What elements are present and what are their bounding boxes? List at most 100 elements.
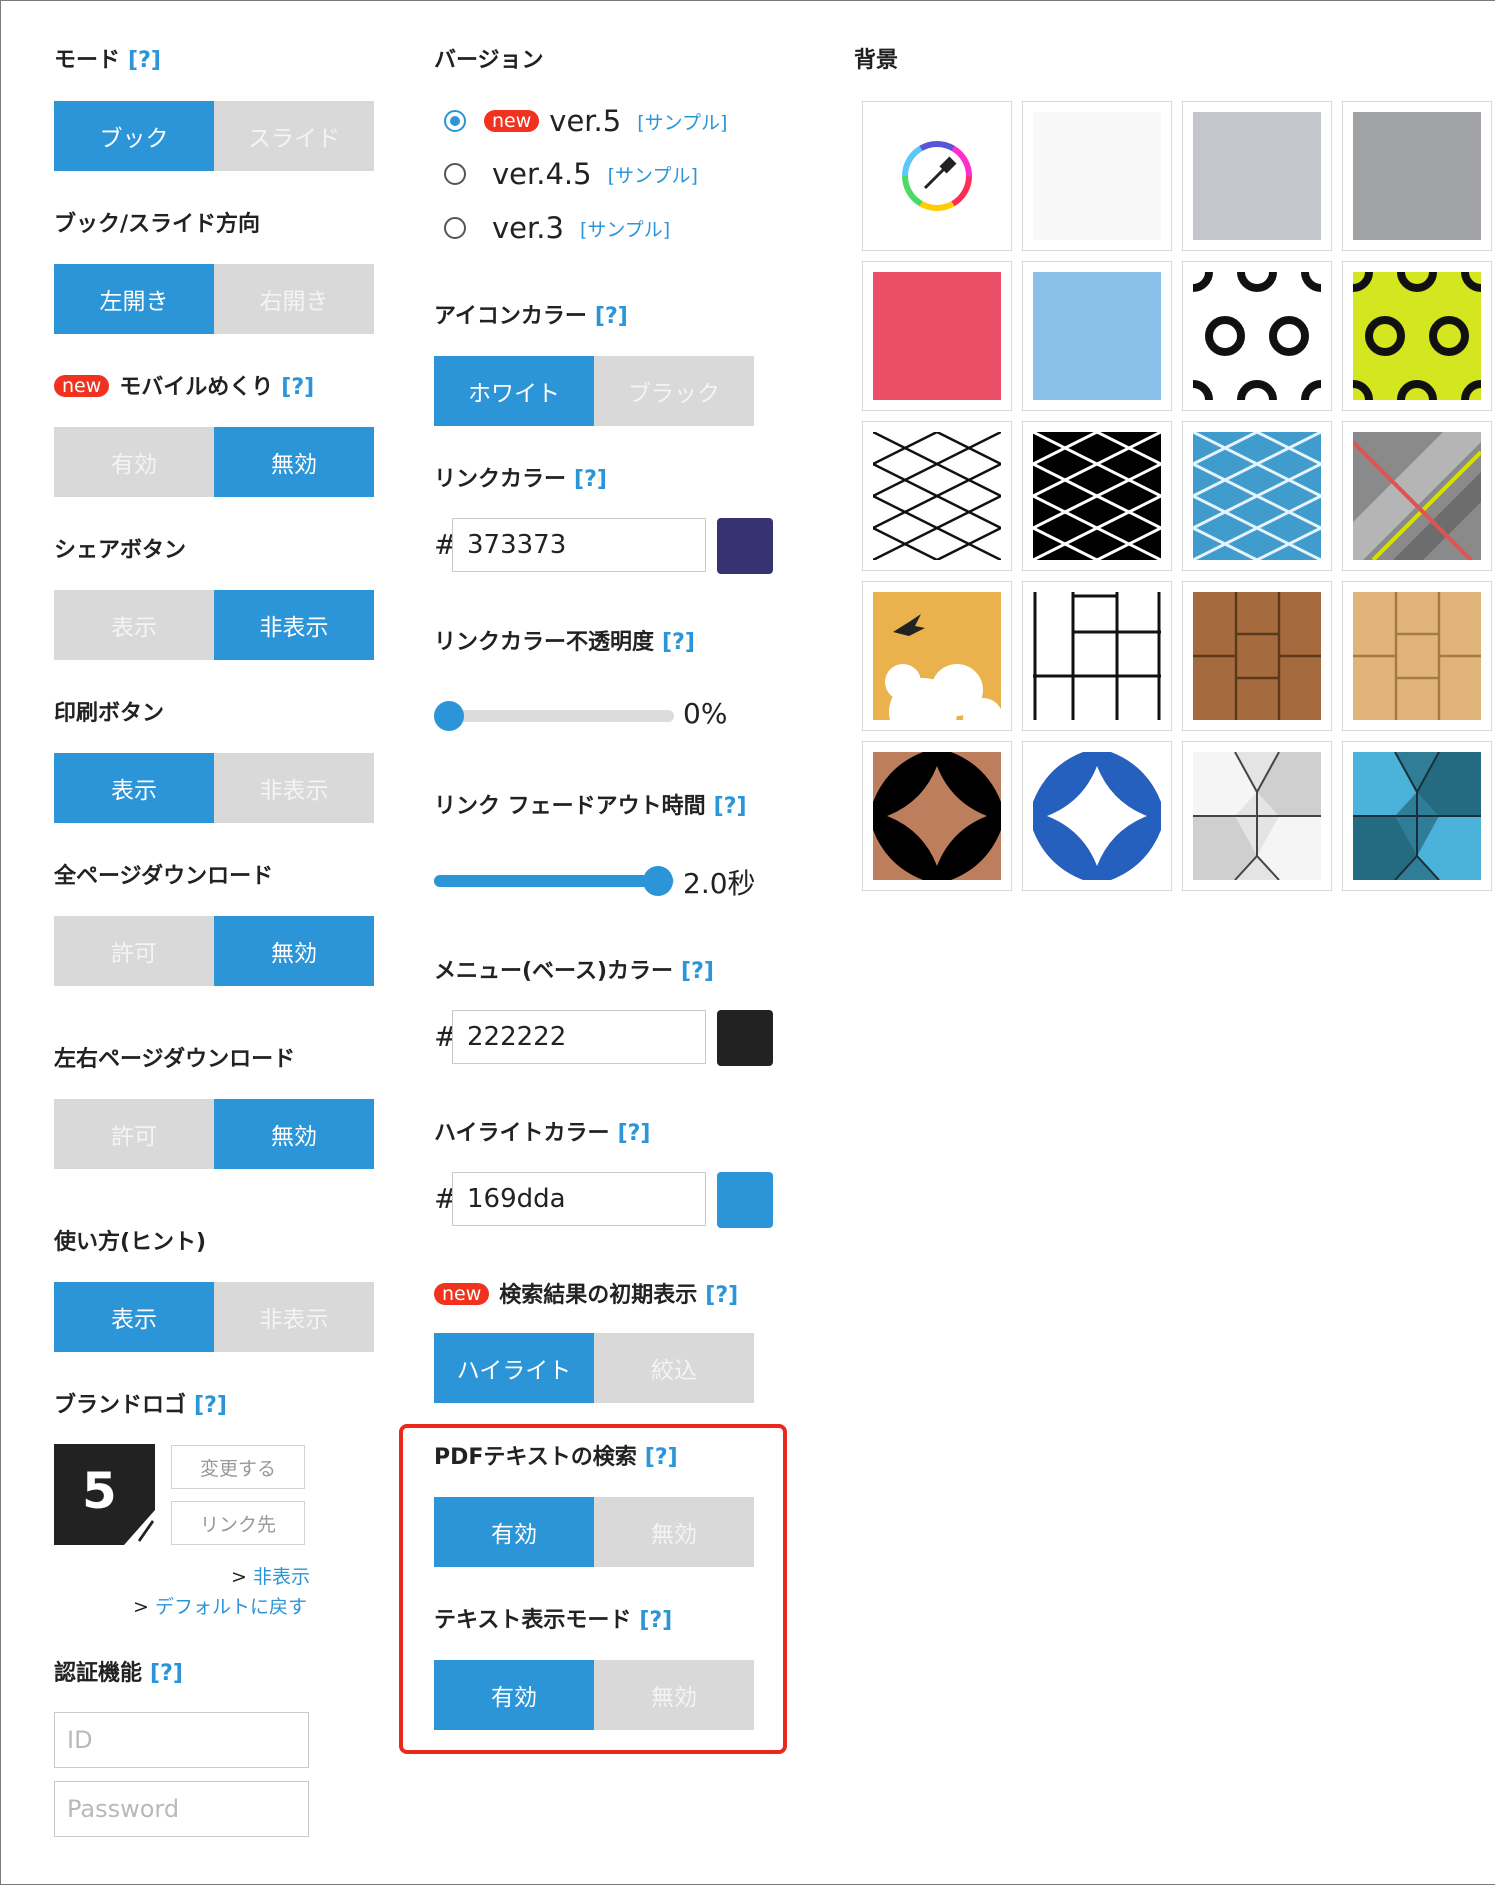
bg-tile-white[interactable]	[1022, 101, 1172, 251]
version-option-3[interactable]: ver.3 [サンプル]	[444, 211, 670, 245]
mobile-flip-disable-button[interactable]: 無効	[214, 427, 374, 497]
text-display-mode-help-link[interactable]: [?]	[639, 1608, 672, 1633]
bg-tile-blue-quatrefoil[interactable]	[1022, 741, 1172, 891]
share-hide-button[interactable]: 非表示	[214, 590, 374, 660]
cube-pattern-icon	[1353, 752, 1481, 880]
link-opacity-slider-knob[interactable]	[434, 701, 464, 731]
highlight-color-swatch[interactable]	[717, 1172, 773, 1228]
search-initial-filter-button[interactable]: 絞込	[594, 1333, 754, 1403]
version-5-radio[interactable]	[444, 110, 466, 132]
lr-download-toggle: 許可 無効	[54, 1099, 374, 1169]
share-show-button[interactable]: 表示	[54, 590, 214, 660]
menu-color-swatch[interactable]	[717, 1010, 773, 1066]
icon-color-black-button[interactable]: ブラック	[594, 356, 754, 426]
all-download-allow-button[interactable]: 許可	[54, 916, 214, 986]
usage-hint-hide-button[interactable]: 非表示	[214, 1282, 374, 1352]
lr-download-allow-button[interactable]: 許可	[54, 1099, 214, 1169]
brand-logo-help-link[interactable]: [?]	[194, 1393, 227, 1418]
mobile-flip-enable-button[interactable]: 有効	[54, 427, 214, 497]
share-button-label: シェアボタン	[54, 538, 187, 563]
bg-tile-lime-rings[interactable]	[1342, 261, 1492, 411]
bg-tile-light-wood[interactable]	[1342, 581, 1492, 731]
link-fade-help-link[interactable]: [?]	[714, 794, 747, 819]
search-initial-highlight-button[interactable]: ハイライト	[434, 1333, 594, 1403]
mode-slide-button[interactable]: スライド	[214, 101, 374, 171]
version-3-radio[interactable]	[444, 217, 466, 239]
bird-cloud-icon	[885, 614, 1001, 720]
print-hide-button[interactable]: 非表示	[214, 753, 374, 823]
highlight-color-help-link[interactable]: [?]	[618, 1121, 651, 1146]
lr-download-disable-button[interactable]: 無効	[214, 1099, 374, 1169]
version-5-name: ver.5	[549, 104, 622, 138]
pdf-text-search-enable-button[interactable]: 有効	[434, 1497, 594, 1567]
bg-tile-white-rings[interactable]	[1182, 261, 1332, 411]
direction-left-button[interactable]: 左開き	[54, 264, 214, 334]
mode-book-button[interactable]: ブック	[54, 101, 214, 171]
auth-password-input[interactable]	[54, 1781, 309, 1837]
new-badge: new	[484, 110, 540, 132]
bg-tile-pink[interactable]	[862, 261, 1012, 411]
menu-color-input[interactable]	[452, 1010, 706, 1064]
version-4-5-radio[interactable]	[444, 163, 466, 185]
version-label: バージョン	[434, 48, 544, 73]
pdf-text-search-help-link[interactable]: [?]	[645, 1445, 678, 1470]
bg-tile-teal-cubes[interactable]	[1342, 741, 1492, 891]
bg-tile-white-lattice[interactable]	[862, 421, 1012, 571]
bg-tile-light-blue[interactable]	[1022, 261, 1172, 411]
search-initial-help-link[interactable]: [?]	[705, 1283, 738, 1308]
search-initial-label: new 検索結果の初期表示 [?]	[434, 1282, 738, 1310]
version-3-sample-link[interactable]: [サンプル]	[580, 215, 670, 242]
direction-right-button[interactable]: 右開き	[214, 264, 374, 334]
logo-hide-link[interactable]: 非表示	[253, 1566, 310, 1588]
pdf-text-search-label: PDFテキストの検索 [?]	[434, 1445, 678, 1470]
brand-logo-preview: 5	[54, 1444, 155, 1545]
link-opacity-slider-track[interactable]	[434, 710, 674, 722]
logo-change-button[interactable]: 変更する	[171, 1445, 305, 1489]
new-badge: new	[434, 1283, 490, 1305]
print-show-button[interactable]: 表示	[54, 753, 214, 823]
mobile-flip-help-link[interactable]: [?]	[281, 375, 314, 400]
all-download-disable-button[interactable]: 無効	[214, 916, 374, 986]
logo-link-button[interactable]: リンク先	[171, 1501, 305, 1545]
pdf-text-search-disable-button[interactable]: 無効	[594, 1497, 754, 1567]
mode-help-link[interactable]: [?]	[128, 48, 161, 73]
version-4-5-sample-link[interactable]: [サンプル]	[608, 161, 698, 188]
logo-default-row: > デフォルトに戻す	[133, 1596, 307, 1618]
bg-tile-dark-wood[interactable]	[1182, 581, 1332, 731]
bg-tile-brown-quatrefoil[interactable]	[862, 741, 1012, 891]
bg-tile-gray-cubes[interactable]	[1182, 741, 1332, 891]
share-button-toggle: 表示 非表示	[54, 590, 374, 660]
menu-color-help-link[interactable]: [?]	[681, 959, 714, 984]
auth-help-link[interactable]: [?]	[150, 1661, 183, 1686]
bg-tile-gray-stripes[interactable]	[1342, 421, 1492, 571]
lattice-pattern-icon	[1193, 432, 1321, 560]
link-opacity-help-link[interactable]: [?]	[662, 630, 695, 655]
link-fade-slider-knob[interactable]	[643, 866, 673, 896]
link-color-swatch[interactable]	[717, 518, 773, 574]
auth-id-input[interactable]	[54, 1712, 309, 1768]
bg-tile-bird-cloud[interactable]	[862, 581, 1012, 731]
bg-tile-light-gray[interactable]	[1182, 101, 1332, 251]
logo-default-link[interactable]: デフォルトに戻す	[155, 1596, 307, 1618]
bg-tile-gray[interactable]	[1342, 101, 1492, 251]
wood-pattern-icon	[1353, 592, 1481, 720]
version-option-4-5[interactable]: ver.4.5 [サンプル]	[444, 157, 698, 191]
bg-tile-black-lattice[interactable]	[1022, 421, 1172, 571]
link-color-help-link[interactable]: [?]	[574, 467, 607, 492]
bg-tile-blue-lattice[interactable]	[1182, 421, 1332, 571]
icon-color-white-button[interactable]: ホワイト	[434, 356, 594, 426]
text-display-mode-disable-button[interactable]: 無効	[594, 1660, 754, 1730]
direction-toggle: 左開き 右開き	[54, 264, 374, 334]
quatrefoil-pattern-icon	[1033, 752, 1161, 880]
version-5-sample-link[interactable]: [サンプル]	[637, 108, 727, 135]
version-option-5[interactable]: new ver.5 [サンプル]	[444, 104, 727, 138]
highlight-color-label: ハイライトカラー [?]	[434, 1121, 651, 1146]
bg-tile-color-picker[interactable]	[862, 101, 1012, 251]
link-color-input[interactable]	[452, 518, 706, 572]
highlight-color-input[interactable]	[452, 1172, 706, 1226]
text-display-mode-enable-button[interactable]: 有効	[434, 1660, 594, 1730]
icon-color-help-link[interactable]: [?]	[595, 304, 628, 329]
bg-tile-white-brick[interactable]	[1022, 581, 1172, 731]
usage-hint-show-button[interactable]: 表示	[54, 1282, 214, 1352]
link-fade-value: 2.0秒	[683, 867, 756, 900]
